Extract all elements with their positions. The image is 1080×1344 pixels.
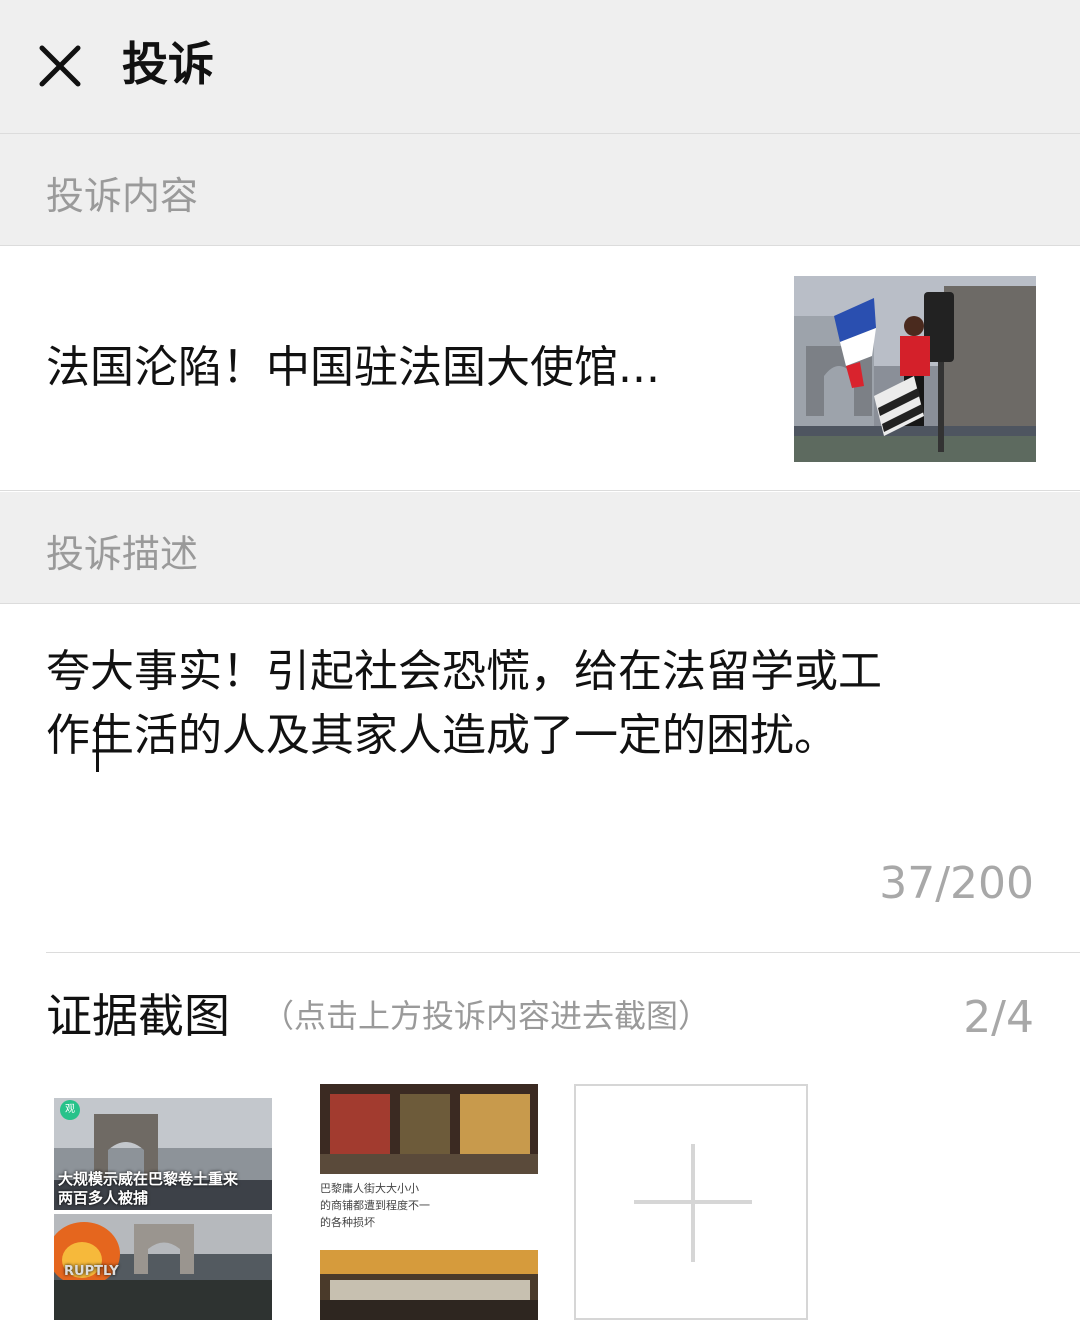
add-screenshot-button[interactable] <box>574 1084 808 1320</box>
character-counter: 37/200 <box>879 858 1034 909</box>
description-line-1: 夸大事实！引起社会恐慌，给在法留学或工 <box>46 646 882 697</box>
description-line-2: 作生活的人及其家人造成了一定的困扰。 <box>46 710 838 761</box>
description-text: 夸大事实！引起社会恐慌，给在法留学或工 作生活的人及其家人造成了一定的困扰。 <box>46 640 1036 768</box>
screenshot-1-watermark: RUPTLY <box>64 1264 119 1279</box>
divider <box>46 952 1080 953</box>
section-header-content: 投诉内容 <box>0 134 1080 246</box>
evidence-hint: （点击上方投诉内容进去截图） <box>262 997 711 1035</box>
text-cursor <box>96 722 99 772</box>
page-title: 投诉 <box>122 37 214 91</box>
section-label-description: 投诉描述 <box>46 532 199 576</box>
evidence-title: 证据截图 <box>46 989 230 1043</box>
screenshot-2-text-line-3: 的各种损坏 <box>320 1216 375 1229</box>
screenshot-2-text-line-1: 巴黎庸人街大大小小 <box>320 1182 419 1195</box>
screenshot-2-text-line-2: 的商铺都遭到程度不一 <box>320 1199 430 1212</box>
section-header-description: 投诉描述 <box>0 492 1080 604</box>
close-icon <box>39 45 81 87</box>
content-title: 法国沦陷！中国驻法国大使馆... <box>46 342 660 393</box>
screenshot-1-badge: 观 <box>65 1104 75 1115</box>
top-bar: 投诉 <box>0 0 1080 134</box>
evidence-screenshot-2[interactable]: 巴黎庸人街大大小小 的商铺都遭到程度不一 的各种损坏 <box>320 1084 538 1320</box>
screenshot-1-caption-line-1: 大规模示威在巴黎卷土重来 <box>58 1170 239 1188</box>
screenshot-1-caption-line-2: 两百多人被捕 <box>58 1189 149 1207</box>
complaint-content-item[interactable]: 法国沦陷！中国驻法国大使馆... <box>0 246 1080 491</box>
evidence-screenshot-1[interactable]: 大规模示威在巴黎卷土重来 两百多人被捕 RUPTLY 观 <box>54 1084 272 1320</box>
evidence-count: 2/4 <box>963 992 1034 1043</box>
section-label-content: 投诉内容 <box>46 174 199 218</box>
content-thumbnail <box>794 276 1036 462</box>
close-button[interactable] <box>30 36 90 96</box>
